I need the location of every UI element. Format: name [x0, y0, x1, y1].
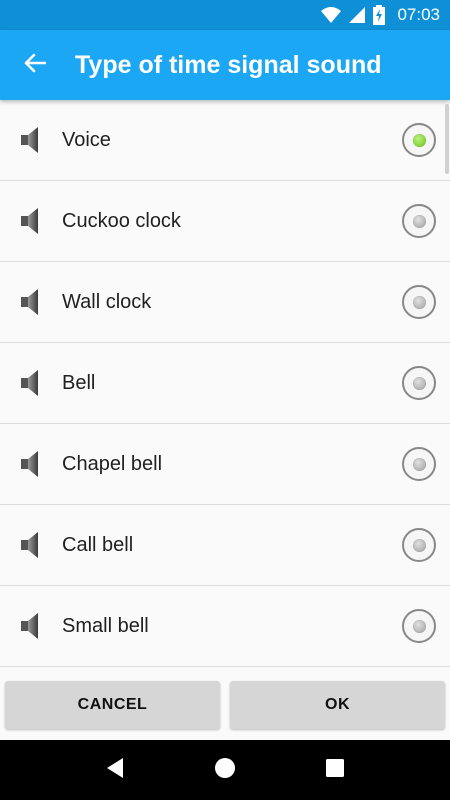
speaker-icon	[20, 125, 40, 155]
list-item-label: Chapel bell	[62, 452, 163, 475]
list-item-wall-clock[interactable]: Wall clock	[0, 262, 450, 343]
cellular-signal-icon	[349, 7, 366, 23]
radio-button-selected[interactable]	[402, 123, 436, 157]
app-bar: Type of time signal sound	[0, 30, 450, 100]
status-time: 07:03	[397, 5, 440, 24]
back-button[interactable]	[0, 30, 70, 100]
list-item-label: Wall clock	[62, 290, 152, 313]
back-triangle-icon	[105, 757, 125, 784]
speaker-icon	[20, 530, 40, 560]
sound-type-list: Voice Cuckoo clock Wall clock Bell Chape…	[0, 100, 450, 670]
scrollbar-thumb[interactable]	[445, 104, 449, 174]
arrow-back-icon	[24, 53, 47, 78]
battery-charging-icon	[373, 5, 386, 25]
list-item-label: Voice	[62, 128, 111, 151]
radio-button[interactable]	[402, 528, 436, 562]
cancel-button[interactable]: CANCEL	[5, 681, 220, 729]
radio-button[interactable]	[402, 285, 436, 319]
status-bar: 07:03	[0, 0, 450, 30]
list-item-label: Cuckoo clock	[62, 209, 181, 232]
recents-square-icon	[325, 758, 345, 783]
list-item-small-bell[interactable]: Small bell	[0, 586, 450, 667]
home-circle-icon	[214, 757, 236, 784]
list-item-cuckoo-clock[interactable]: Cuckoo clock	[0, 181, 450, 262]
speaker-icon	[20, 206, 40, 236]
nav-back-button[interactable]	[85, 740, 145, 800]
nav-recents-button[interactable]	[305, 740, 365, 800]
dialog-button-bar: CANCEL OK	[0, 670, 450, 740]
list-item-bell[interactable]: Bell	[0, 343, 450, 424]
speaker-icon	[20, 368, 40, 398]
list-item-label: Bell	[62, 371, 96, 394]
list-item-call-bell[interactable]: Call bell	[0, 505, 450, 586]
page-title: Type of time signal sound	[75, 50, 382, 79]
ok-button[interactable]: OK	[230, 681, 445, 729]
list-item-voice[interactable]: Voice	[0, 100, 450, 181]
list-item-chapel-bell[interactable]: Chapel bell	[0, 424, 450, 505]
list-item-label: Call bell	[62, 533, 134, 556]
speaker-icon	[20, 287, 40, 317]
radio-button[interactable]	[402, 447, 436, 481]
radio-button[interactable]	[402, 366, 436, 400]
nav-home-button[interactable]	[195, 740, 255, 800]
radio-button[interactable]	[402, 609, 436, 643]
speaker-icon	[20, 449, 40, 479]
list-item-label: Small bell	[62, 614, 149, 637]
navigation-bar	[0, 740, 450, 800]
speaker-icon	[20, 611, 40, 641]
wifi-icon	[321, 7, 342, 23]
radio-button[interactable]	[402, 204, 436, 238]
